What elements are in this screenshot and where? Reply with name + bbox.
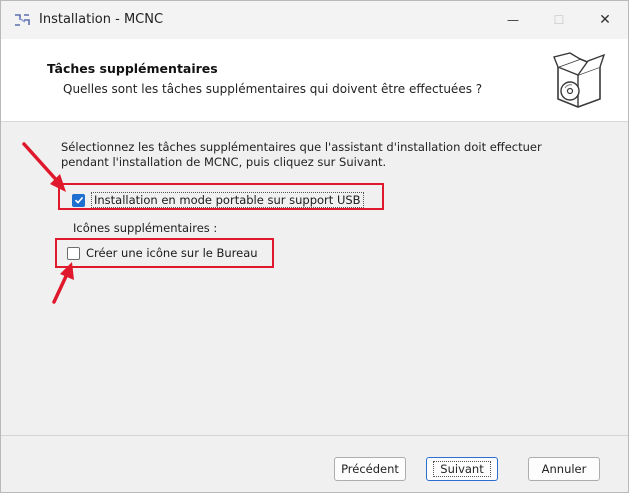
page-subtitle: Quelles sont les tâches supplémentaires …: [63, 82, 483, 96]
next-button-label: Suivant: [433, 461, 491, 477]
close-button[interactable]: ✕: [582, 1, 628, 39]
maximize-icon: ☐: [553, 13, 565, 27]
tasks-panel: Sélectionnez les tâches supplémentaires …: [1, 122, 628, 426]
minimize-button[interactable]: —: [490, 1, 536, 39]
wizard-header: Tâches supplémentaires Quelles sont les …: [1, 39, 628, 122]
usb-task-highlight: [58, 183, 384, 210]
maximize-button[interactable]: ☐: [536, 1, 582, 39]
instructions-text: Sélectionnez les tâches supplémentaires …: [61, 140, 542, 169]
window-title: Installation - MCNC: [39, 12, 164, 27]
next-button[interactable]: Suivant: [426, 457, 498, 481]
previous-button[interactable]: Précédent: [334, 457, 406, 481]
software-box-icon: [553, 52, 606, 108]
title-bar: Installation - MCNC — ☐ ✕: [1, 1, 628, 39]
desktop-task-highlight: [55, 238, 274, 268]
page-title: Tâches supplémentaires: [47, 61, 218, 76]
minimize-icon: —: [507, 13, 519, 27]
red-arrow-icon: [22, 142, 66, 192]
installer-app-icon: [15, 14, 30, 26]
close-icon: ✕: [599, 12, 611, 28]
footer-divider: [1, 435, 628, 436]
extra-icons-label: Icônes supplémentaires :: [73, 221, 218, 235]
red-arrow-icon: [52, 262, 74, 304]
cancel-button[interactable]: Annuler: [528, 457, 600, 481]
